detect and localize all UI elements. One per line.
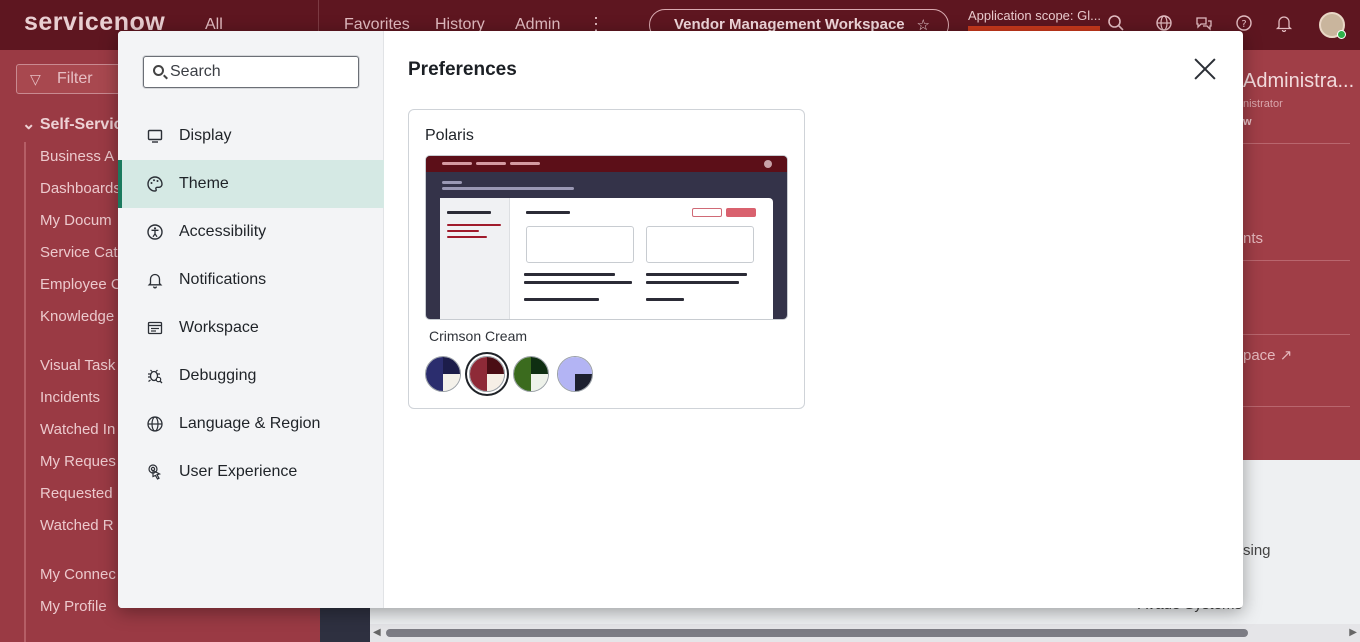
nav-tree-line xyxy=(24,142,26,642)
preferences-sidebar: Display Theme Accessibility Notification… xyxy=(118,31,384,608)
monitor-icon xyxy=(146,127,164,145)
scrollbar-thumb[interactable] xyxy=(386,629,1248,637)
user-menu-item[interactable]: nts xyxy=(1243,230,1263,247)
dialog-title: Preferences xyxy=(408,59,517,80)
user-avatar[interactable] xyxy=(1319,12,1346,39)
theme-swatch-green[interactable] xyxy=(513,356,549,392)
close-icon[interactable] xyxy=(1193,57,1217,81)
menu-item-label: Workspace xyxy=(179,319,259,336)
accessibility-icon xyxy=(146,223,164,241)
menu-item-label: Theme xyxy=(179,175,229,192)
content-edge xyxy=(320,606,370,642)
user-menu-item[interactable]: pace ↗ xyxy=(1243,346,1292,364)
workspace-icon xyxy=(146,319,164,337)
menu-item-notifications[interactable]: Notifications xyxy=(118,256,384,304)
menu-item-language-region[interactable]: Language & Region xyxy=(118,400,384,448)
scroll-right-icon[interactable]: ▶ xyxy=(1349,627,1357,638)
preferences-dialog: Display Theme Accessibility Notification… xyxy=(118,31,1243,608)
theme-preview-image xyxy=(425,155,788,320)
bell-icon[interactable] xyxy=(1274,14,1294,34)
menu-item-label: Accessibility xyxy=(179,223,267,240)
scroll-left-icon[interactable]: ◀ xyxy=(373,627,381,638)
palette-icon xyxy=(146,175,164,193)
menu-item-user-experience[interactable]: User Experience xyxy=(118,448,384,496)
divider xyxy=(1243,406,1350,407)
theme-swatch-lavender[interactable] xyxy=(557,356,593,392)
menu-item-label: Display xyxy=(179,127,232,144)
theme-family-title: Polaris xyxy=(425,127,474,144)
external-link-icon: ↗ xyxy=(1279,347,1293,364)
application-scope[interactable]: Application scope: Gl... xyxy=(968,8,1101,23)
menu-item-display[interactable]: Display xyxy=(118,112,384,160)
nav-link[interactable]: Service Cat xyxy=(40,244,118,261)
nav-link[interactable]: My Connec xyxy=(40,566,116,583)
divider xyxy=(1243,143,1350,144)
nav-link[interactable]: Watched In xyxy=(40,421,115,438)
divider xyxy=(1243,260,1350,261)
divider xyxy=(1243,334,1350,335)
nav-link[interactable]: Incidents xyxy=(40,389,100,406)
user-role: nistrator xyxy=(1243,98,1283,110)
menu-item-label: Debugging xyxy=(179,367,257,384)
menu-item-theme[interactable]: Theme xyxy=(118,160,384,208)
nav-link[interactable]: My Docum xyxy=(40,212,112,229)
nav-link[interactable]: Business A xyxy=(40,148,114,165)
menu-item-debugging[interactable]: Debugging xyxy=(118,352,384,400)
globe-icon xyxy=(146,415,164,433)
theme-swatch-navy[interactable] xyxy=(425,356,461,392)
menu-item-accessibility[interactable]: Accessibility xyxy=(118,208,384,256)
search-field[interactable] xyxy=(143,56,359,88)
menu-item-workspace[interactable]: Workspace xyxy=(118,304,384,352)
theme-card-polaris[interactable]: Polaris Crimson Cream xyxy=(408,109,805,409)
nav-section-self-service[interactable]: ⌄ Self-Servic xyxy=(22,114,123,134)
nav-link[interactable]: Employee C xyxy=(40,276,122,293)
search-icon xyxy=(153,65,164,76)
menu-item-label: Language & Region xyxy=(179,415,321,432)
bell-icon xyxy=(146,271,164,289)
nav-link[interactable]: My Profile xyxy=(40,598,107,615)
funnel-icon: ▽ xyxy=(30,71,41,87)
nav-link[interactable]: Watched R xyxy=(40,517,114,534)
theme-swatch-crimson[interactable] xyxy=(469,356,505,392)
filter-placeholder: Filter xyxy=(57,70,93,87)
nav-link[interactable]: My Reques xyxy=(40,453,116,470)
svg-text:?: ? xyxy=(1241,19,1246,30)
menu-item-label: User Experience xyxy=(179,463,298,480)
user-name: Administra... xyxy=(1243,70,1355,92)
horizontal-scrollbar[interactable]: ◀ ▶ xyxy=(370,624,1360,642)
user-menu-panel: Administra... nistrator w nts pace ↗ xyxy=(1243,50,1360,460)
nav-link[interactable]: Knowledge xyxy=(40,308,114,325)
preview-page xyxy=(440,198,773,319)
selected-theme-name: Crimson Cream xyxy=(429,328,528,344)
bug-icon xyxy=(146,367,164,385)
nav-link[interactable]: Dashboards xyxy=(40,180,121,197)
background-text: sing xyxy=(1243,542,1271,559)
nav-section-label: Self-Servic xyxy=(39,116,123,133)
search-input[interactable] xyxy=(168,62,353,82)
menu-item-label: Notifications xyxy=(179,271,267,288)
user-sub-link[interactable]: w xyxy=(1243,116,1252,128)
nav-link[interactable]: Requested xyxy=(40,485,113,502)
preview-header xyxy=(426,156,787,172)
touch-icon xyxy=(146,463,164,481)
nav-link[interactable]: Visual Task xyxy=(40,357,115,374)
online-status-icon xyxy=(1337,30,1346,39)
user-menu-item-label: pace xyxy=(1243,347,1276,364)
